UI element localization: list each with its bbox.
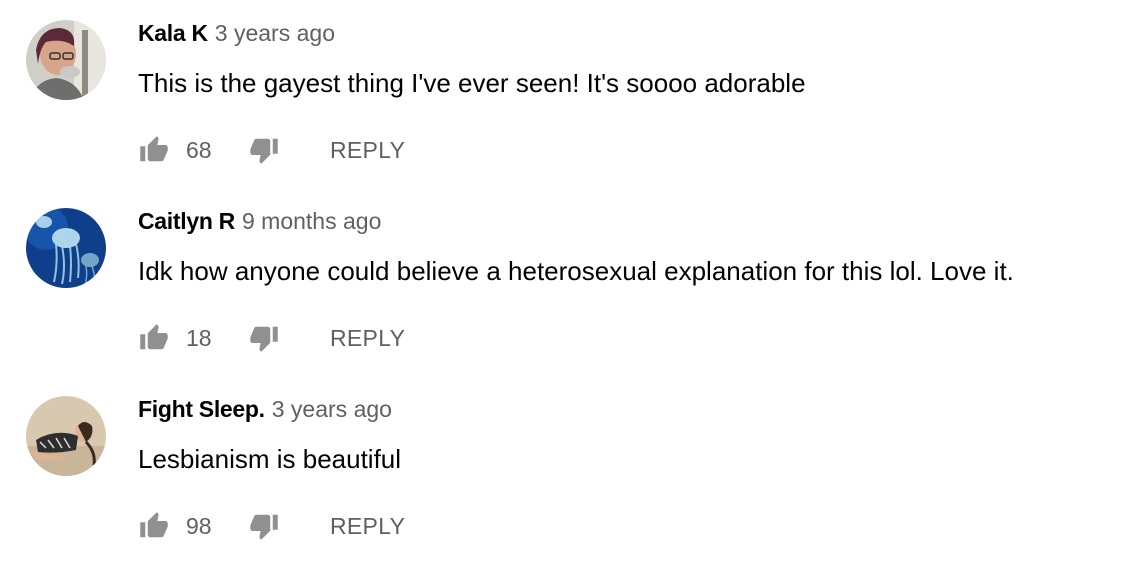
- comment-actions: 68 REPLY: [138, 130, 405, 170]
- thumbs-up-icon: [140, 136, 168, 162]
- like-button[interactable]: [138, 510, 170, 542]
- avatar[interactable]: [26, 20, 106, 100]
- comment-header: Fight Sleep. 3 years ago: [138, 396, 392, 430]
- thumbs-down-icon: [250, 138, 278, 164]
- avatar[interactable]: [26, 208, 106, 288]
- author-name[interactable]: Kala K: [138, 20, 208, 47]
- like-count: 68: [186, 136, 212, 163]
- comment-timestamp[interactable]: 3 years ago: [215, 20, 335, 47]
- comment-text: Idk how anyone could believe a heterosex…: [138, 256, 1014, 286]
- comment-text: Lesbianism is beautiful: [138, 444, 402, 474]
- comment-actions: 18 REPLY: [138, 318, 405, 358]
- author-name[interactable]: Caitlyn R: [138, 208, 235, 235]
- comment-header: Kala K 3 years ago: [138, 20, 335, 54]
- like-button[interactable]: [138, 134, 170, 166]
- reply-button[interactable]: REPLY: [330, 137, 405, 164]
- like-count: 18: [186, 324, 212, 351]
- thumbs-down-icon: [250, 514, 278, 540]
- dislike-button[interactable]: [248, 510, 280, 542]
- author-name[interactable]: Fight Sleep.: [138, 396, 265, 423]
- comment-timestamp[interactable]: 9 months ago: [242, 208, 381, 235]
- thumbs-down-icon: [250, 326, 278, 352]
- comment-timestamp[interactable]: 3 years ago: [272, 396, 392, 423]
- avatar[interactable]: [26, 396, 106, 476]
- comment-header: Caitlyn R 9 months ago: [138, 208, 381, 242]
- comment-item: Caitlyn R 9 months ago Idk how anyone co…: [0, 208, 1130, 396]
- dislike-button[interactable]: [248, 134, 280, 166]
- comment-actions: 98 REPLY: [138, 506, 405, 546]
- thumbs-up-icon: [140, 512, 168, 538]
- reply-button[interactable]: REPLY: [330, 325, 405, 352]
- comment-item: Kala K 3 years ago This is the gayest th…: [0, 20, 1130, 208]
- like-button[interactable]: [138, 322, 170, 354]
- reply-button[interactable]: REPLY: [330, 513, 405, 540]
- comment-item: Fight Sleep. 3 years ago Lesbianism is b…: [0, 396, 1130, 584]
- comment-text: This is the gayest thing I've ever seen!…: [138, 68, 806, 98]
- thumbs-up-icon: [140, 324, 168, 350]
- dislike-button[interactable]: [248, 322, 280, 354]
- like-count: 98: [186, 512, 212, 539]
